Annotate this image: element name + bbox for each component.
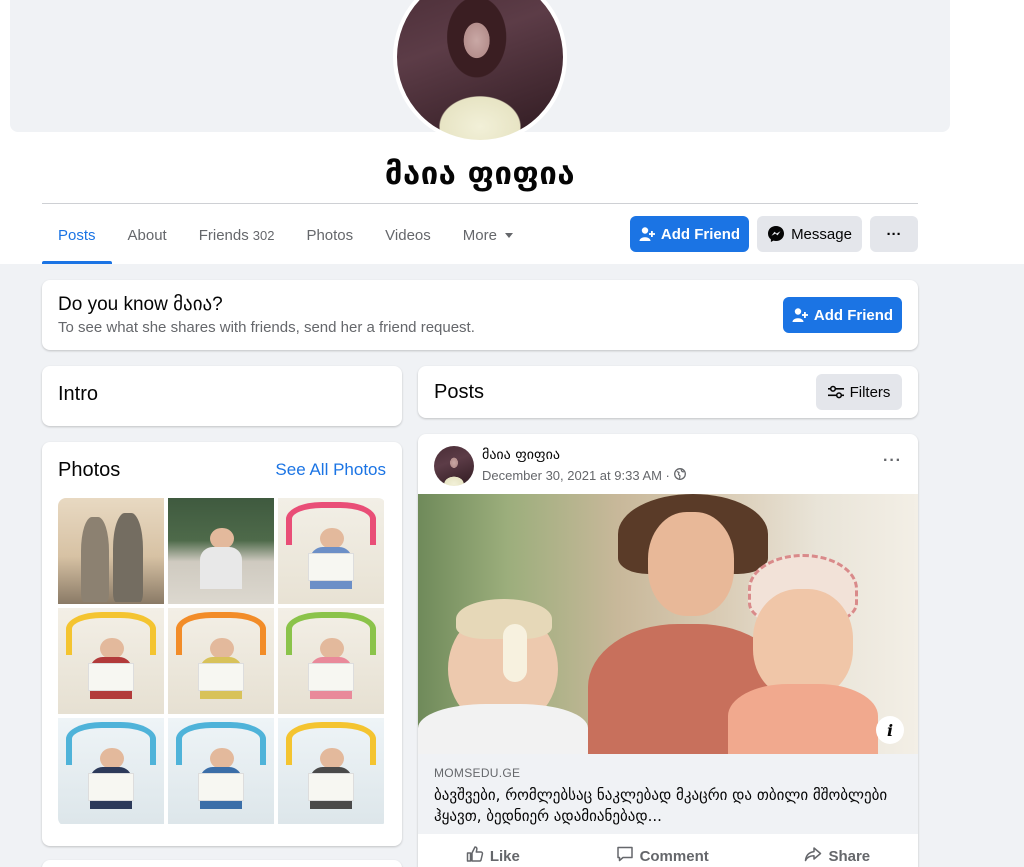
tab-videos[interactable]: Videos — [369, 206, 447, 264]
thumbs-up-icon — [466, 845, 484, 867]
post-timestamp: December 30, 2021 at 9:33 AM · — [482, 468, 686, 483]
intro-card: Intro — [42, 366, 402, 426]
tab-more-label: More — [462, 226, 497, 244]
comment-button[interactable]: Comment — [616, 845, 709, 867]
globe-icon — [673, 468, 686, 483]
photo-thumbnail[interactable] — [58, 498, 164, 604]
photo-thumbnail[interactable] — [168, 718, 274, 824]
add-friend-label: Add Friend — [813, 306, 894, 324]
friends-count: 302 — [252, 227, 275, 243]
posts-header-card: Posts Filters — [418, 366, 918, 418]
post-actions: Like Comment Share — [418, 836, 918, 867]
message-button[interactable]: Message — [757, 216, 862, 252]
comment-label: Comment — [639, 847, 709, 865]
like-button[interactable]: Like — [466, 845, 520, 867]
post-author-name[interactable]: მაია ფიფია — [482, 447, 560, 463]
tab-about[interactable]: About — [112, 206, 183, 264]
share-button[interactable]: Share — [804, 845, 870, 867]
tab-more[interactable]: More — [447, 206, 529, 264]
add-friend-label: Add Friend — [660, 225, 741, 243]
info-icon[interactable]: i — [876, 716, 904, 744]
profile-header: მაია ფიფია Posts About Friends 302 Photos… — [0, 0, 1024, 264]
sliders-icon — [827, 385, 844, 399]
link-preview[interactable]: MOMSEDU.GE ბავშვები, რომლებსაც ნაკლებად … — [418, 754, 918, 834]
see-all-photos-link[interactable]: See All Photos — [275, 460, 386, 480]
photo-thumbnail[interactable] — [168, 498, 274, 604]
tab-about-label: About — [127, 226, 167, 244]
tab-posts[interactable]: Posts — [42, 206, 112, 264]
filters-label: Filters — [849, 383, 891, 401]
next-card — [42, 860, 402, 867]
profile-tabs: Posts About Friends 302 Photos Videos Mor… — [42, 206, 529, 264]
add-person-icon — [792, 307, 808, 323]
post-card: მაია ფიფია December 30, 2021 at 9:33 AM … — [418, 434, 918, 867]
tab-divider — [42, 203, 918, 204]
intro-title: Intro — [58, 383, 99, 405]
photo-thumbnail[interactable] — [278, 498, 384, 604]
link-title: ბავშვები, რომლებსაც ნაკლებად მკაცრი და თ… — [434, 786, 888, 825]
share-icon — [804, 845, 822, 867]
filters-button[interactable]: Filters — [816, 374, 902, 410]
like-label: Like — [489, 847, 520, 865]
posts-title: Posts — [434, 381, 485, 403]
add-friend-button[interactable]: Add Friend — [630, 216, 749, 252]
tab-videos-label: Videos — [385, 226, 431, 244]
message-label: Message — [791, 225, 852, 243]
link-domain: MOMSEDU.GE — [434, 766, 521, 780]
post-author-avatar[interactable] — [434, 446, 474, 486]
photo-thumbnail[interactable] — [58, 608, 164, 714]
post-options-icon[interactable]: ··· — [883, 452, 902, 470]
more-dots-icon: ··· — [886, 225, 902, 243]
comment-icon — [616, 845, 634, 867]
photos-title: Photos — [58, 459, 121, 481]
know-subtitle: To see what she shares with friends, sen… — [58, 319, 475, 336]
photo-thumbnail[interactable] — [278, 608, 384, 714]
profile-name: მაია ფიფია — [384, 156, 576, 192]
tab-friends-label: Friends — [198, 226, 249, 244]
photo-thumbnail[interactable] — [278, 718, 384, 824]
photo-grid — [58, 498, 386, 826]
messenger-icon — [767, 225, 785, 243]
share-label: Share — [828, 847, 871, 865]
know-card: Do you know მაია? To see what she shares… — [42, 280, 918, 350]
post-link-image[interactable]: i — [418, 494, 918, 754]
tab-photos[interactable]: Photos — [290, 206, 369, 264]
more-options-button[interactable]: ··· — [870, 216, 918, 252]
photos-card: Photos See All Photos — [42, 442, 402, 846]
post-date-text[interactable]: December 30, 2021 at 9:33 AM · — [482, 468, 670, 483]
tab-posts-label: Posts — [58, 226, 96, 244]
know-title: Do you know მაია? — [58, 294, 223, 315]
photo-thumbnail[interactable] — [168, 608, 274, 714]
caret-down-icon — [504, 232, 513, 238]
tab-friends[interactable]: Friends 302 — [183, 206, 291, 264]
tab-photos-label: Photos — [306, 226, 354, 244]
add-person-icon — [639, 226, 655, 242]
photo-thumbnail[interactable] — [58, 718, 164, 824]
add-friend-button-secondary[interactable]: Add Friend — [783, 297, 902, 333]
